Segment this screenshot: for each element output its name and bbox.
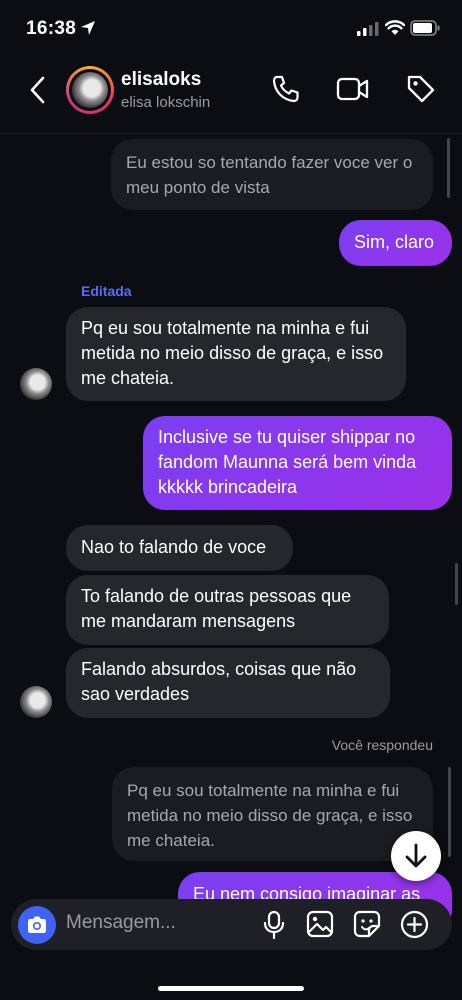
incoming-message-bubble[interactable]: Pq eu sou totalmente na minha e fui meti…	[66, 307, 406, 401]
outgoing-message-bubble[interactable]: Sim, claro	[339, 220, 452, 266]
scroll-to-bottom-button[interactable]	[391, 831, 441, 881]
video-call-icon[interactable]	[336, 76, 370, 102]
back-chevron-icon[interactable]	[28, 76, 46, 104]
header-full-name[interactable]: elisa lokschin	[121, 94, 210, 111]
quoted-message-bubble[interactable]: Eu estou so tentando fazer voce ver o me…	[111, 139, 433, 210]
incoming-message-bubble[interactable]: Nao to falando de voce	[66, 525, 293, 571]
incoming-message-bubble[interactable]: Falando absurdos, coisas que não sao ver…	[66, 648, 390, 718]
scroll-indicator	[455, 563, 458, 605]
battery-icon	[410, 20, 440, 36]
header-divider	[0, 133, 462, 134]
quoted-reply-bubble[interactable]: Pq eu sou totalmente na minha e fui meti…	[112, 767, 433, 861]
home-indicator	[158, 986, 304, 991]
scroll-indicator	[447, 138, 450, 198]
camera-button[interactable]	[18, 906, 56, 944]
incoming-message-bubble[interactable]: To falando de outras pessoas que me mand…	[66, 575, 389, 645]
sender-avatar[interactable]	[20, 686, 52, 718]
outgoing-message-bubble[interactable]: Inclusive se tu quiser shippar no fandom…	[143, 416, 452, 510]
camera-icon	[28, 916, 46, 933]
message-input[interactable]: Mensagem...	[66, 912, 176, 934]
add-icon[interactable]	[400, 910, 429, 939]
location-arrow-icon	[81, 21, 95, 35]
replied-label: Você respondeu	[331, 737, 433, 753]
gallery-icon[interactable]	[306, 910, 334, 938]
avatar[interactable]	[72, 72, 108, 108]
reply-quote-bar	[448, 767, 451, 857]
cellular-signal-icon	[357, 22, 379, 36]
microphone-icon[interactable]	[263, 910, 285, 940]
sender-avatar[interactable]	[20, 368, 52, 400]
arrow-down-icon	[405, 843, 427, 868]
edited-label: Editada	[81, 283, 132, 299]
header-username[interactable]: elisaloks	[121, 69, 201, 91]
sticker-icon[interactable]	[353, 910, 381, 938]
status-time: 16:38	[26, 18, 77, 39]
tag-icon[interactable]	[406, 74, 436, 104]
wifi-icon	[385, 20, 405, 35]
phone-call-icon[interactable]	[271, 74, 301, 104]
